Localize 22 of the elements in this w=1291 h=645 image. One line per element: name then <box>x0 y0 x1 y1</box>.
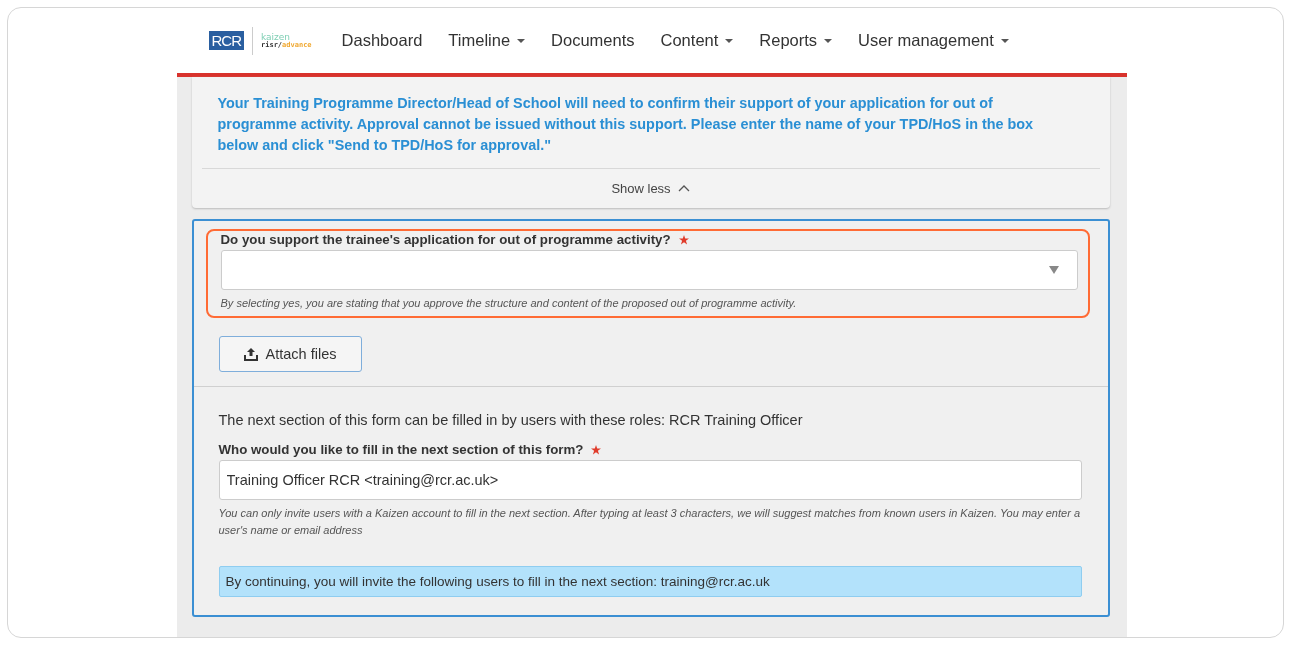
nav-menu-item[interactable]: Dashboard <box>341 31 423 50</box>
nav-menu-item[interactable]: User management <box>858 31 1009 50</box>
show-less-button[interactable]: Show less <box>609 179 692 198</box>
invite-notice: By continuing, you will invite the following users to fill in the next section: training@rcr.ac.uk <box>218 566 1082 597</box>
attach-files-button[interactable]: Attach files <box>218 336 362 372</box>
info-text: Your Training Programme Director/Head of School will need to confirm their support of your application for out of programme activity. Approval cannot be issued without this support. Please enter the name of your TPD/HoS in the box below and click "Send to TPD/HoS for approval." <box>201 77 1100 169</box>
nav-menu-item[interactable]: Timeline <box>448 31 526 50</box>
field-label: Do you support the trainee's application for out of programme activity? <box>220 232 671 247</box>
nav-menu-item[interactable]: Content <box>660 31 734 50</box>
brand-name: kaizen <box>261 32 291 42</box>
field-label: Who would you like to fill in the next section of this form? <box>218 442 584 457</box>
field-hint: You can only invite users with a Kaizen account to fill in the next section. After typing at least 3 characters, we will suggest matches from known users in Kaizen. You may enter a user's name or email address <box>218 506 1081 538</box>
chevron-up-icon <box>677 185 690 192</box>
select-field[interactable] <box>220 250 1078 290</box>
nav-menu-item[interactable]: Reports <box>759 31 833 50</box>
nav-menu-item[interactable]: Documents <box>551 31 635 50</box>
field-hint: By selecting yes, you are stating that you approve the structure and content of the proposed out of programme activity. <box>220 296 798 311</box>
college-logo: RCR <box>208 31 244 50</box>
dropdown-arrow-icon <box>1048 266 1059 274</box>
upload-icon <box>243 347 258 361</box>
roles-note: The next section of this form can be filled in by users with these roles: RCR Training Officer <box>218 412 804 428</box>
invite-input-field[interactable]: Training Officer RCR <training@rcr.ac.uk> <box>218 460 1082 500</box>
